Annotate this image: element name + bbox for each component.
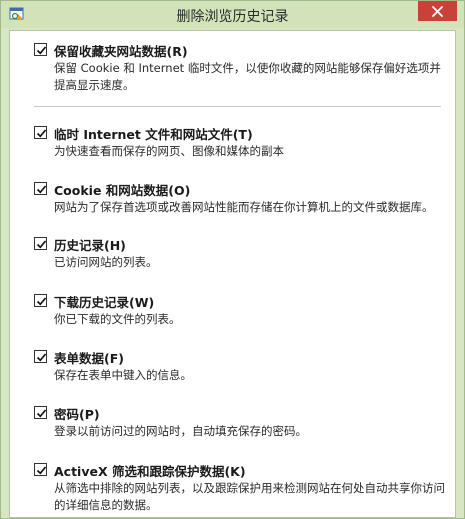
history-description: 已访问网站的列表。 [54,255,158,269]
form-data-description: 保存在表单中键入的信息。 [54,368,192,382]
history-label[interactable]: 历史记录(H) [54,235,126,254]
activex-tracking-checkbox[interactable] [34,463,47,476]
preserve-favorites-label[interactable]: 保留收藏夹网站数据(R) [54,41,188,60]
form-data-checkbox[interactable] [34,350,47,363]
preserve-favorites-checkbox[interactable] [34,43,47,56]
temp-internet-files-label[interactable]: 临时 Internet 文件和网站文件(T) [54,124,253,143]
download-history-label[interactable]: 下载历史记录(W) [54,292,154,311]
download-history-description: 你已下载的文件的列表。 [54,312,181,326]
form-data-label[interactable]: 表单数据(F) [54,348,124,367]
temp-internet-files-description: 为快速查看而保存的网页、图像和媒体的副本 [54,144,284,158]
dialog-title: 删除浏览历史记录 [176,9,289,25]
download-history-checkbox[interactable] [34,294,47,307]
preserve-favorites-description: 保留 Cookie 和 Internet 临时文件，以使你收藏的网站能够保存偏好… [54,61,441,92]
delete-browsing-history-dialog: 删除浏览历史记录 保留收藏夹网站数据(R) 保留 Cookie 和 Intern… [0,0,465,519]
title-bar: 删除浏览历史记录 [1,1,464,28]
close-icon [432,2,443,21]
options-panel: 保留收藏夹网站数据(R) 保留 Cookie 和 Internet 临时文件，以… [9,30,456,518]
divider [34,106,441,107]
passwords-description: 登录以前访问过的网站时，自动填充保存的密码。 [54,424,307,438]
history-checkbox[interactable] [34,237,47,250]
passwords-checkbox[interactable] [34,406,47,419]
activex-tracking-label[interactable]: ActiveX 筛选和跟踪保护数据(K) [54,461,246,480]
passwords-label[interactable]: 密码(P) [54,404,100,423]
cookies-description: 网站为了保存首选项或改善网站性能而存储在你计算机上的文件或数据库。 [54,200,434,214]
cookies-label[interactable]: Cookie 和网站数据(O) [54,180,190,199]
close-button[interactable] [418,1,457,21]
activex-tracking-description: 从筛选中排除的网站列表，以及跟踪保护用来检测网站在何处自动共享你访问的详细信息的… [54,481,445,512]
cookies-checkbox[interactable] [34,182,47,195]
temp-internet-files-checkbox[interactable] [34,126,47,139]
